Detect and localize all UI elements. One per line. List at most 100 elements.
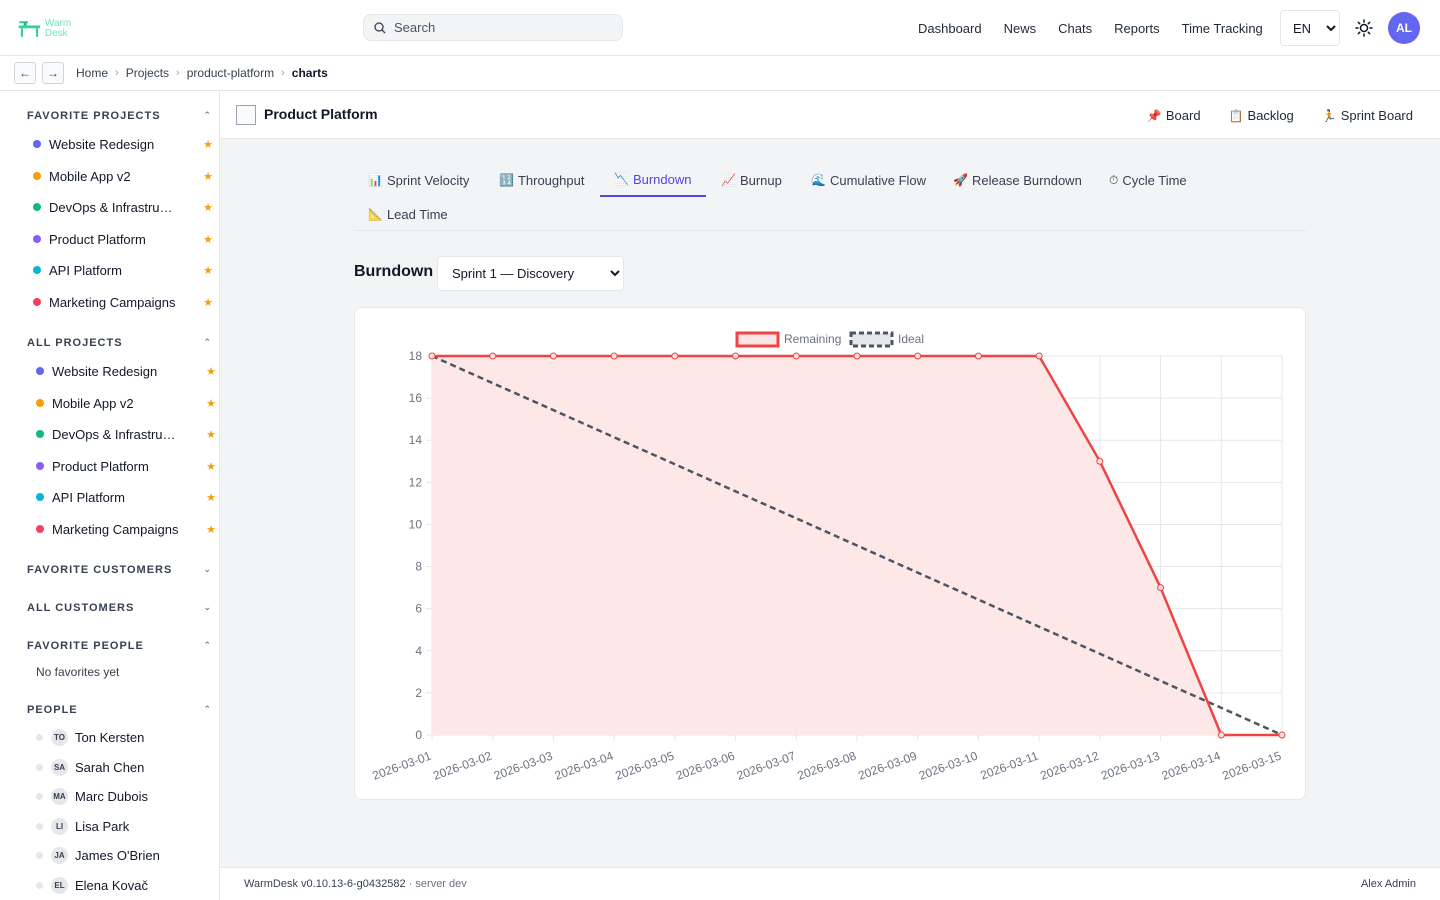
nav-dashboard[interactable]: Dashboard [918,21,982,36]
nav-chats[interactable]: Chats [1058,21,1092,36]
legend-swatch-ideal[interactable] [849,331,894,348]
tab-burnup[interactable]: 📈 Burnup [707,163,796,197]
presence-dot [36,822,43,830]
remaining-point[interactable] [549,352,557,360]
sidebar-project[interactable]: DevOps & Infrastructure ★ [36,424,216,444]
star-icon[interactable]: ★ [206,428,216,441]
section-favorite-projects[interactable]: FAVORITE PROJECTS ⌃ [27,110,212,122]
remaining-point[interactable] [1278,731,1286,739]
sidebar-person[interactable]: MA Marc Dubois [36,786,148,806]
remaining-point[interactable] [1217,731,1225,739]
star-icon[interactable]: ★ [206,365,216,378]
person-name: Ton Kersten [75,729,145,745]
section-all-projects[interactable]: ALL PROJECTS ⌃ [27,337,212,349]
remaining-point[interactable] [428,352,436,360]
star-icon[interactable]: ★ [206,523,216,536]
legend-label-remaining[interactable]: Remaining [784,332,841,346]
nav-time-tracking[interactable]: Time Tracking [1182,21,1263,36]
section-people[interactable]: PEOPLE ⌃ [27,704,212,716]
star-icon[interactable]: ★ [203,170,213,183]
remaining-point[interactable] [853,352,861,360]
project-color-dot [33,203,41,211]
x-tick-label: 2026-03-10 [917,749,980,783]
sidebar-project[interactable]: Marketing Campaigns ★ [36,519,216,539]
star-icon[interactable]: ★ [203,138,213,151]
project-label: DevOps & Infrastructure [52,426,180,442]
sidebar-person[interactable]: JA James O'Brien [36,845,160,865]
tab-burndown[interactable]: 📉 Burndown [600,163,706,197]
star-icon[interactable]: ★ [206,460,216,473]
remaining-point[interactable] [1157,584,1165,592]
section-favorite-people[interactable]: FAVORITE PEOPLE ⌃ [27,640,212,652]
remaining-point[interactable] [974,352,982,360]
search-input[interactable] [394,20,614,35]
remaining-point[interactable] [1035,352,1043,360]
sidebar-favorite-project[interactable]: DevOps & Infrastructure ★ [33,197,213,217]
remaining-point[interactable] [671,352,679,360]
logo[interactable]: Warm Desk [18,16,82,42]
star-icon[interactable]: ★ [203,296,213,309]
language-select[interactable]: EN [1280,10,1340,46]
nav-news[interactable]: News [1004,21,1037,36]
breadcrumb-project[interactable]: product-platform [187,66,274,80]
star-icon[interactable]: ★ [206,491,216,504]
remaining-point[interactable] [792,352,800,360]
forward-button[interactable]: → [42,62,64,84]
tab-lead-time[interactable]: 📐 Lead Time [354,197,462,231]
x-tick-label: 2026-03-12 [1038,749,1101,783]
tab-sprint-velocity[interactable]: 📊 Sprint Velocity [354,163,483,197]
sidebar-project[interactable]: API Platform ★ [36,487,216,507]
sidebar-person[interactable]: SA Sarah Chen [36,757,144,777]
sidebar-favorite-project[interactable]: API Platform ★ [33,260,213,280]
project-actions: 📌 Board 📋 Backlog 🏃 Sprint Board [1147,91,1413,139]
nav-reports[interactable]: Reports [1114,21,1160,36]
y-tick-label: 0 [415,728,422,742]
search-icon [374,21,386,33]
sidebar-favorite-project[interactable]: Website Redesign ★ [33,134,213,154]
burndown-chart-card: Remaining Ideal 0 2 4 6 8 10 12 14 16 18 2026-03-… [354,307,1306,800]
sidebar-person[interactable]: EL Elena Kovač [36,875,148,895]
tab-release-burndown[interactable]: 🚀 Release Burndown [939,163,1096,197]
board-button[interactable]: 📌 Board [1147,108,1201,123]
sidebar-project[interactable]: Website Redesign ★ [36,361,216,381]
remaining-point[interactable] [914,352,922,360]
sidebar-favorite-project[interactable]: Marketing Campaigns ★ [33,292,213,312]
x-tick-label: 2026-03-08 [796,749,859,783]
x-tick-label: 2026-03-05 [613,749,676,783]
remaining-point[interactable] [732,352,740,360]
breadcrumb-home[interactable]: Home [76,66,108,80]
chevron-down-icon: ⌄ [203,602,212,612]
star-icon[interactable]: ★ [203,201,213,214]
sprint-board-button[interactable]: 🏃 Sprint Board [1322,108,1413,123]
remaining-point[interactable] [1096,457,1104,465]
legend-swatch-remaining[interactable] [735,331,780,348]
sidebar-project[interactable]: Product Platform ★ [36,456,216,476]
y-tick-label: 2 [415,686,422,700]
sidebar-favorite-project[interactable]: Mobile App v2 ★ [33,166,213,186]
remaining-point[interactable] [610,352,618,360]
sidebar-person[interactable]: LI Lisa Park [36,816,129,836]
desk-logo-icon [18,21,41,37]
legend-label-ideal[interactable]: Ideal [898,332,924,346]
sidebar-person[interactable]: TO Ton Kersten [36,727,144,747]
board-label: Board [1165,107,1201,123]
user-avatar[interactable]: AL [1388,12,1420,44]
sidebar-favorite-project[interactable]: Product Platform ★ [33,229,213,249]
remaining-point[interactable] [489,352,497,360]
star-icon[interactable]: ★ [203,264,213,277]
star-icon[interactable]: ★ [203,233,213,246]
footer-user[interactable]: Alex Admin [1361,878,1416,890]
back-button[interactable]: ← [14,62,36,84]
section-favorite-customers[interactable]: FAVORITE CUSTOMERS ⌄ [27,564,212,576]
sidebar-project[interactable]: Mobile App v2 ★ [36,393,216,413]
theme-toggle[interactable] [1352,16,1376,40]
section-all-customers[interactable]: ALL CUSTOMERS ⌄ [27,602,212,614]
star-icon[interactable]: ★ [206,397,216,410]
tab-throughput[interactable]: 🔢 Throughput [485,163,598,197]
tab-cycle-time[interactable]: ⏱ Cycle Time [1095,163,1201,197]
backlog-button[interactable]: 📋 Backlog [1229,108,1294,123]
sprint-select[interactable]: Sprint 1 — Discovery [437,256,624,291]
search-box[interactable] [363,14,623,41]
breadcrumb-projects[interactable]: Projects [126,66,169,80]
tab-cumulative-flow[interactable]: 🌊 Cumulative Flow [797,163,940,197]
